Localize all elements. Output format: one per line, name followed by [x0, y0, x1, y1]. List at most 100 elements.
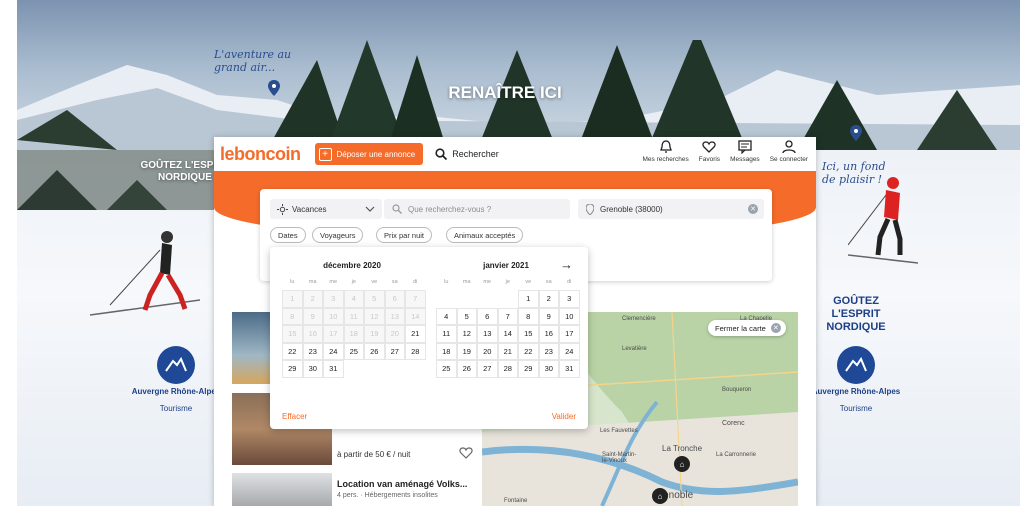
- listing-title[interactable]: Location van aménagé Volks...: [337, 479, 467, 489]
- search-link[interactable]: Rechercher: [435, 148, 499, 160]
- calendar-day[interactable]: 19: [456, 342, 477, 360]
- calendar-day[interactable]: 27: [477, 360, 498, 378]
- calendar-day[interactable]: 25: [436, 360, 457, 378]
- location-value: Grenoble (38000): [600, 204, 663, 214]
- clear-button[interactable]: Effacer: [282, 412, 307, 421]
- nav-label: Mes recherches: [642, 156, 689, 163]
- validate-button[interactable]: Valider: [552, 412, 576, 421]
- calendar-day[interactable]: 29: [518, 360, 539, 378]
- calendar-day[interactable]: 22: [518, 342, 539, 360]
- calendar-day: 8: [282, 307, 303, 325]
- calendar-day[interactable]: 18: [436, 342, 457, 360]
- category-select[interactable]: Vacances: [270, 199, 382, 219]
- next-month-arrow-icon[interactable]: →: [560, 257, 573, 272]
- calendar-day: 11: [343, 307, 364, 325]
- clear-location-icon[interactable]: ✕: [748, 204, 758, 214]
- calendar-day[interactable]: 29: [282, 360, 303, 378]
- calendar-day: 17: [323, 325, 344, 343]
- home-pin-icon[interactable]: ⌂: [674, 456, 690, 472]
- filter-travelers[interactable]: Voyageurs: [312, 227, 364, 243]
- calendar-day[interactable]: 26: [456, 360, 477, 378]
- right-region-name: Auvergne Rhône-Alpes: [811, 387, 901, 396]
- calendar-day[interactable]: 9: [538, 307, 559, 325]
- map-label: Bouqueron: [722, 387, 752, 393]
- post-ad-button[interactable]: + Déposer une annonce: [314, 143, 424, 165]
- calendar-day[interactable]: 22: [282, 342, 303, 360]
- weekday-label: sa: [391, 279, 398, 285]
- calendar-day: 1: [282, 290, 303, 308]
- top-navigation: leboncoin + Déposer une annonce Recherch…: [214, 137, 816, 171]
- heart-icon[interactable]: [459, 446, 473, 459]
- calendar-day[interactable]: 27: [384, 342, 405, 360]
- calendar-day[interactable]: 23: [302, 342, 323, 360]
- calendar-day[interactable]: 31: [559, 360, 580, 378]
- calendar-day[interactable]: 30: [538, 360, 559, 378]
- calendar-day[interactable]: 24: [323, 342, 344, 360]
- calendar-day[interactable]: 24: [559, 342, 580, 360]
- calendar-day[interactable]: 6: [477, 307, 498, 325]
- calendar-day[interactable]: 3: [559, 290, 580, 308]
- map-label: Corenc: [722, 420, 745, 427]
- calendar-day[interactable]: 16: [538, 325, 559, 343]
- calendar-day: 7: [405, 290, 426, 308]
- map-label: Clemencière: [622, 316, 656, 322]
- weekday-label: sa: [545, 279, 552, 285]
- calendar-day[interactable]: 13: [477, 325, 498, 343]
- weekday-label: ma: [308, 279, 317, 285]
- filter-dates[interactable]: Dates: [270, 227, 306, 243]
- calendar-day[interactable]: 25: [343, 342, 364, 360]
- calendar-day[interactable]: 5: [456, 307, 477, 325]
- plus-icon: +: [318, 147, 332, 161]
- nav-my-searches[interactable]: Mes recherches: [643, 140, 689, 163]
- nav-login[interactable]: Se connecter: [770, 140, 808, 163]
- map-label: La Carronnerie: [716, 452, 757, 458]
- calendar-empty-cell: [436, 290, 457, 308]
- calendar-day[interactable]: 1: [518, 290, 539, 308]
- calendar-day[interactable]: 31: [323, 360, 344, 378]
- nav-label: Se connecter: [769, 156, 808, 163]
- calendar-day[interactable]: 21: [497, 342, 518, 360]
- calendar-day[interactable]: 28: [497, 360, 518, 378]
- calendar-day[interactable]: 7: [497, 307, 518, 325]
- location-input[interactable]: Grenoble (38000) ✕: [578, 199, 764, 219]
- calendar-day: 16: [302, 325, 323, 343]
- filter-pets[interactable]: Animaux acceptés: [446, 227, 524, 243]
- calendar-day[interactable]: 17: [559, 325, 580, 343]
- calendar-day[interactable]: 14: [497, 325, 518, 343]
- search-icon: [435, 148, 448, 160]
- hero-script-left: L'aventure au grand air...: [214, 48, 292, 75]
- map-pin-icon: [850, 125, 862, 141]
- right-region-sub: Tourisme: [839, 404, 873, 413]
- brand-logo[interactable]: leboncoin: [220, 144, 301, 165]
- calendar-day[interactable]: 30: [302, 360, 323, 378]
- calendar-day[interactable]: 28: [405, 342, 426, 360]
- mountain-logo-icon: [165, 356, 187, 372]
- date-picker: décembre 2020 janvier 2021 → lu ma me je ve s…: [270, 247, 588, 429]
- calendar-day[interactable]: 8: [518, 307, 539, 325]
- calendar-day[interactable]: 26: [364, 342, 385, 360]
- map-label: La Tronche: [662, 444, 703, 453]
- nav-label: Messages: [730, 156, 760, 163]
- calendar-day[interactable]: 2: [538, 290, 559, 308]
- nav-favorites[interactable]: Favoris: [699, 140, 720, 163]
- calendar-day[interactable]: 10: [559, 307, 580, 325]
- filter-price[interactable]: Prix par nuit: [376, 227, 433, 243]
- bell-icon: [659, 140, 672, 153]
- calendar-day[interactable]: 12: [456, 325, 477, 343]
- calendar-day[interactable]: 20: [477, 342, 498, 360]
- home-pin-icon[interactable]: ⌂: [652, 488, 668, 504]
- month-title: décembre 2020: [323, 261, 381, 270]
- left-region-name: Auvergne Rhône-Alpes: [131, 387, 221, 396]
- query-input[interactable]: Que recherchez-vous ?: [384, 199, 570, 219]
- calendar-day[interactable]: 15: [518, 325, 539, 343]
- calendar-day[interactable]: 11: [436, 325, 457, 343]
- calendar-day[interactable]: 21: [405, 325, 426, 343]
- calendar-day[interactable]: 4: [436, 307, 457, 325]
- listing-thumbnail[interactable]: [232, 312, 270, 384]
- nav-messages[interactable]: Messages: [730, 140, 760, 163]
- listing-thumbnail[interactable]: [232, 473, 332, 506]
- close-map-button[interactable]: Fermer la carte ✕: [708, 320, 786, 336]
- weekday-label: me: [483, 279, 492, 285]
- page: RENAÎTRE ICI L'aventure au grand air... …: [0, 0, 1020, 506]
- calendar-day[interactable]: 23: [538, 342, 559, 360]
